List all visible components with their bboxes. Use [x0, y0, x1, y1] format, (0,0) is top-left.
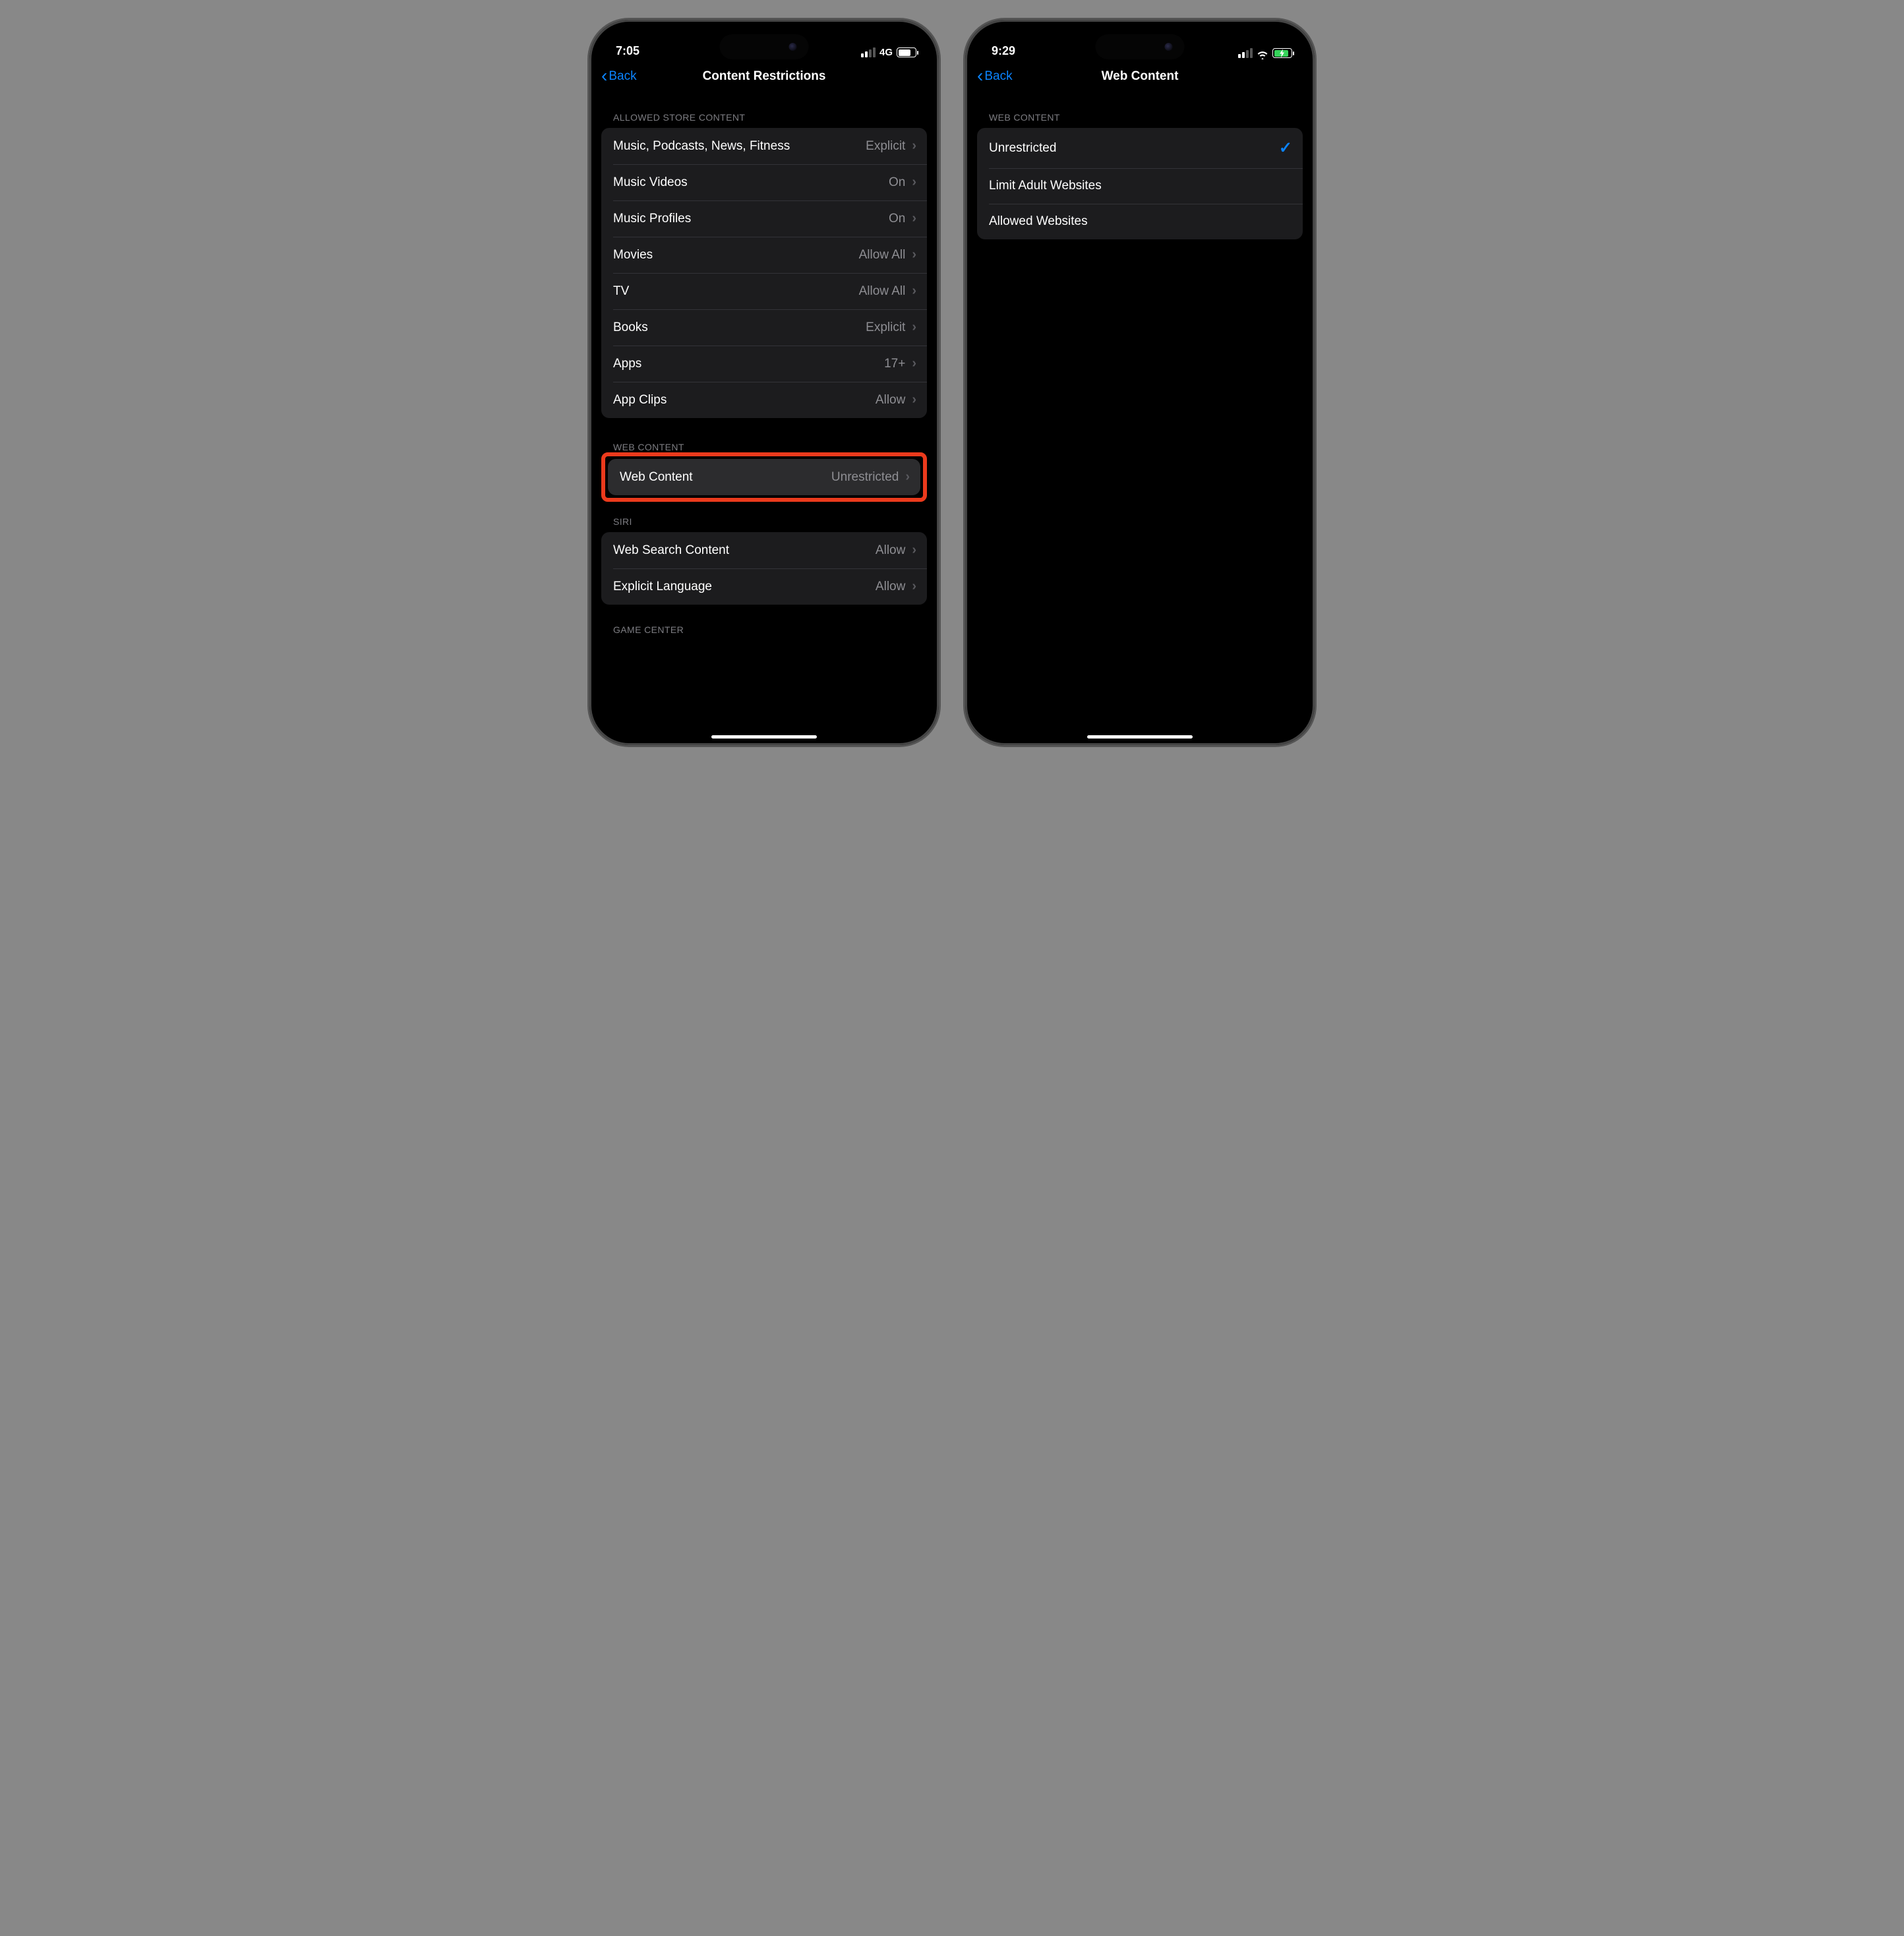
- row-apps[interactable]: Apps 17+ ›: [601, 346, 927, 382]
- phone-right: 9:29 ‹ Back Web Content WEB CONTENT Unre…: [965, 20, 1315, 745]
- group-options: Unrestricted ✓ Limit Adult Websites Allo…: [977, 128, 1303, 239]
- row-value: 17+: [884, 357, 905, 371]
- row-value: On: [889, 212, 905, 226]
- back-label: Back: [984, 69, 1012, 84]
- row-label: Web Search Content: [613, 543, 729, 558]
- chevron-right-icon: ›: [912, 138, 916, 154]
- highlight-box: Web Content Unrestricted ›: [601, 452, 927, 502]
- battery-charging-icon: [1272, 48, 1292, 58]
- row-label: Web Content: [620, 470, 693, 485]
- chevron-right-icon: ›: [912, 284, 916, 299]
- row-label: Music Videos: [613, 175, 688, 190]
- row-label: Limit Adult Websites: [989, 179, 1102, 193]
- chevron-right-icon: ›: [912, 175, 916, 190]
- network-label: 4G: [879, 47, 893, 58]
- row-label: Movies: [613, 248, 653, 262]
- section-header-web: WEB CONTENT: [601, 418, 927, 458]
- group-siri: Web Search Content Allow › Explicit Langu…: [601, 532, 927, 605]
- chevron-right-icon: ›: [912, 320, 916, 335]
- row-tv[interactable]: TV Allow All ›: [601, 273, 927, 309]
- row-label: Music Profiles: [613, 212, 691, 226]
- page-title: Web Content: [965, 69, 1315, 84]
- nav-header: ‹ Back Web Content: [965, 61, 1315, 92]
- group-web: Web Content Unrestricted ›: [608, 459, 920, 495]
- row-value: On: [889, 175, 905, 190]
- camera-dot: [789, 43, 797, 51]
- row-value: Explicit: [866, 139, 905, 154]
- section-header-gc: GAME CENTER: [601, 605, 927, 640]
- row-value: Allow All: [859, 284, 906, 299]
- chevron-right-icon: ›: [912, 392, 916, 408]
- chevron-right-icon: ›: [912, 579, 916, 594]
- option-limit-adult[interactable]: Limit Adult Websites: [977, 168, 1303, 204]
- notch: [1096, 34, 1185, 59]
- section-header-store: ALLOWED STORE CONTENT: [601, 92, 927, 128]
- row-value: Allow: [876, 543, 905, 558]
- back-label: Back: [609, 69, 636, 84]
- row-music-profiles[interactable]: Music Profiles On ›: [601, 200, 927, 237]
- chevron-right-icon: ›: [912, 211, 916, 226]
- row-books[interactable]: Books Explicit ›: [601, 309, 927, 346]
- row-value: Allow: [876, 580, 905, 594]
- status-time: 9:29: [992, 44, 1015, 58]
- row-label: Apps: [613, 357, 641, 371]
- option-unrestricted[interactable]: Unrestricted ✓: [977, 128, 1303, 168]
- row-web-search[interactable]: Web Search Content Allow ›: [601, 532, 927, 568]
- row-label: Allowed Websites: [989, 214, 1088, 229]
- row-app-clips[interactable]: App Clips Allow ›: [601, 382, 927, 418]
- camera-dot: [1165, 43, 1173, 51]
- status-time: 7:05: [616, 44, 640, 58]
- back-button[interactable]: ‹ Back: [601, 67, 637, 86]
- notch: [720, 34, 809, 59]
- row-movies[interactable]: Movies Allow All ›: [601, 237, 927, 273]
- row-label: Explicit Language: [613, 580, 712, 594]
- chevron-right-icon: ›: [905, 469, 910, 485]
- content[interactable]: WEB CONTENT Unrestricted ✓ Limit Adult W…: [965, 92, 1315, 745]
- phone-left: 7:05 4G ‹ Back Content Restrictions ALLO…: [589, 20, 939, 745]
- option-allowed-websites[interactable]: Allowed Websites: [977, 204, 1303, 239]
- chevron-left-icon: ‹: [601, 67, 607, 85]
- signal-icon: [861, 47, 876, 57]
- section-header-siri: SIRI: [601, 502, 927, 532]
- page-title: Content Restrictions: [589, 69, 939, 84]
- group-store: Music, Podcasts, News, Fitness Explicit ›…: [601, 128, 927, 418]
- row-value: Explicit: [866, 320, 905, 335]
- row-music-podcasts[interactable]: Music, Podcasts, News, Fitness Explicit ›: [601, 128, 927, 164]
- row-label: TV: [613, 284, 629, 299]
- section-header-web: WEB CONTENT: [977, 92, 1303, 128]
- home-indicator[interactable]: [1087, 735, 1193, 739]
- chevron-right-icon: ›: [912, 356, 916, 371]
- row-value: Allow: [876, 393, 905, 408]
- row-web-content[interactable]: Web Content Unrestricted ›: [608, 459, 920, 495]
- signal-icon: [1238, 48, 1253, 58]
- row-value: Unrestricted: [831, 470, 899, 485]
- back-button[interactable]: ‹ Back: [977, 67, 1013, 86]
- row-label: Unrestricted: [989, 141, 1056, 156]
- battery-icon: [897, 47, 916, 57]
- row-label: App Clips: [613, 393, 667, 408]
- nav-header: ‹ Back Content Restrictions: [589, 61, 939, 92]
- chevron-right-icon: ›: [912, 247, 916, 262]
- content[interactable]: ALLOWED STORE CONTENT Music, Podcasts, N…: [589, 92, 939, 745]
- row-label: Books: [613, 320, 648, 335]
- row-value: Allow All: [859, 248, 906, 262]
- checkmark-icon: ✓: [1279, 138, 1292, 158]
- chevron-right-icon: ›: [912, 543, 916, 558]
- row-explicit-lang[interactable]: Explicit Language Allow ›: [601, 568, 927, 605]
- wifi-icon: [1257, 49, 1268, 58]
- home-indicator[interactable]: [711, 735, 817, 739]
- row-label: Music, Podcasts, News, Fitness: [613, 139, 790, 154]
- status-right: [1238, 48, 1292, 58]
- status-right: 4G: [861, 47, 916, 58]
- chevron-left-icon: ‹: [977, 67, 983, 85]
- row-music-videos[interactable]: Music Videos On ›: [601, 164, 927, 200]
